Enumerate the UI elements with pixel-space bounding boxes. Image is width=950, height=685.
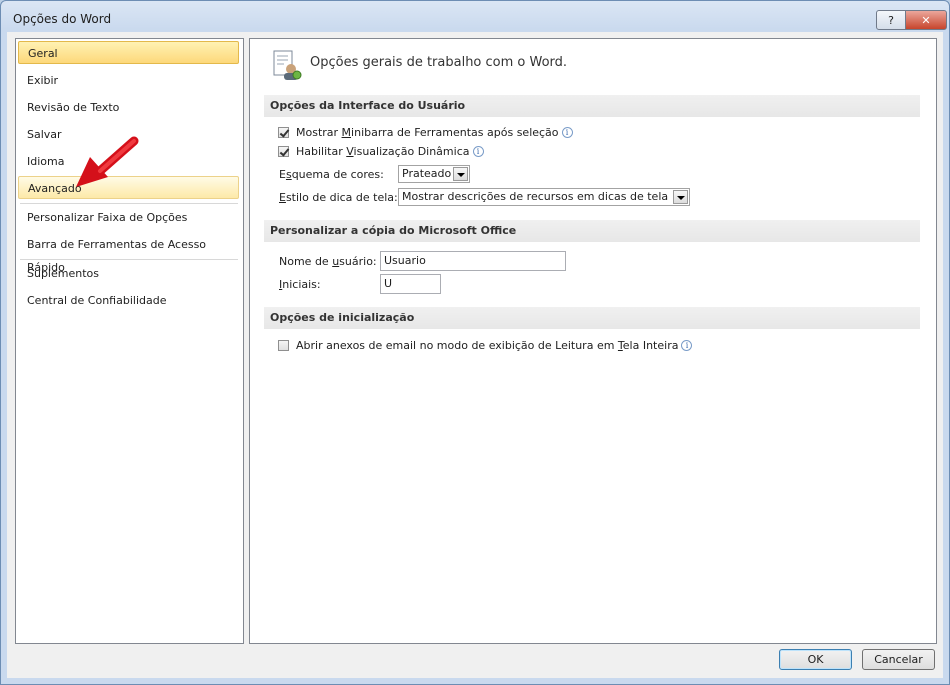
live-preview-checkbox[interactable] <box>278 146 289 157</box>
close-button[interactable]: ✕ <box>905 10 947 30</box>
options-settings-icon <box>273 50 302 80</box>
sidebar-separator <box>20 259 238 260</box>
info-icon: i <box>472 146 484 157</box>
sidebar-item-confiabilidade[interactable]: Central de Confiabilidade <box>18 289 239 312</box>
sidebar-separator <box>20 203 238 204</box>
reading-mode-option-row[interactable]: Abrir anexos de email no modo de exibiçã… <box>278 339 693 352</box>
reading-mode-checkbox[interactable] <box>278 340 289 351</box>
window-title: Opções do Word <box>13 12 112 26</box>
dialog-client: Geral Exibir Revisão de Texto Salvar Idi… <box>7 32 943 678</box>
sidebar-item-acesso-rapido[interactable]: Barra de Ferramentas de Acesso Rápido <box>18 233 239 274</box>
live-preview-option-row[interactable]: Habilitar Visualização Dinâmica i <box>278 145 484 158</box>
sidebar-item-suplementos[interactable]: Suplementos <box>18 262 239 285</box>
section-office-header: Personalizar a cópia do Microsoft Office <box>264 220 920 242</box>
screentip-style-select[interactable]: Mostrar descrições de recursos em dicas … <box>398 188 690 206</box>
reading-mode-label: Abrir anexos de email no modo de exibiçã… <box>296 339 679 352</box>
initials-input[interactable]: U <box>380 274 441 294</box>
help-button[interactable]: ? <box>876 10 906 30</box>
initials-label: Iniciais: <box>279 278 321 291</box>
minibar-label: Mostrar Minibarra de Ferramentas após se… <box>296 126 559 139</box>
screentip-style-value: Mostrar descrições de recursos em dicas … <box>402 190 669 203</box>
screentip-style-label: Estilo de dica de tela: <box>279 191 398 204</box>
info-icon: i <box>681 340 693 351</box>
sidebar-item-geral[interactable]: Geral <box>18 41 239 64</box>
options-panel: Opções gerais de trabalho com o Word. Op… <box>249 38 937 644</box>
username-label: Nome de usuário: <box>279 255 377 268</box>
live-preview-label: Habilitar Visualização Dinâmica <box>296 145 470 158</box>
panel-header-title: Opções gerais de trabalho com o Word. <box>310 55 568 70</box>
minibar-option-row[interactable]: Mostrar Minibarra de Ferramentas após se… <box>278 126 573 139</box>
sidebar-item-revisao[interactable]: Revisão de Texto <box>18 96 239 119</box>
username-input[interactable]: Usuario <box>380 251 566 271</box>
chevron-down-icon[interactable] <box>453 167 468 181</box>
red-arrow-icon <box>76 136 139 187</box>
section-startup-header: Opções de inicialização <box>264 307 920 329</box>
minibar-checkbox[interactable] <box>278 127 289 138</box>
chevron-down-icon[interactable] <box>673 190 688 204</box>
color-scheme-label: Esquema de cores: <box>279 168 384 181</box>
dialog-window: Opções do Word ? ✕ Geral Exibir Revisão … <box>0 0 950 685</box>
category-sidebar: Geral Exibir Revisão de Texto Salvar Idi… <box>15 38 244 644</box>
title-bar[interactable]: Opções do Word ? ✕ <box>1 1 949 35</box>
cancel-button[interactable]: Cancelar <box>862 649 935 670</box>
info-icon: i <box>561 127 573 138</box>
color-scheme-value: Prateado <box>402 167 452 180</box>
section-interface-header: Opções da Interface do Usuário <box>264 95 920 117</box>
sidebar-item-personalizar-faixa[interactable]: Personalizar Faixa de Opções <box>18 206 239 229</box>
color-scheme-select[interactable]: Prateado <box>398 165 470 183</box>
ok-button[interactable]: OK <box>779 649 852 670</box>
sidebar-item-exibir[interactable]: Exibir <box>18 69 239 92</box>
